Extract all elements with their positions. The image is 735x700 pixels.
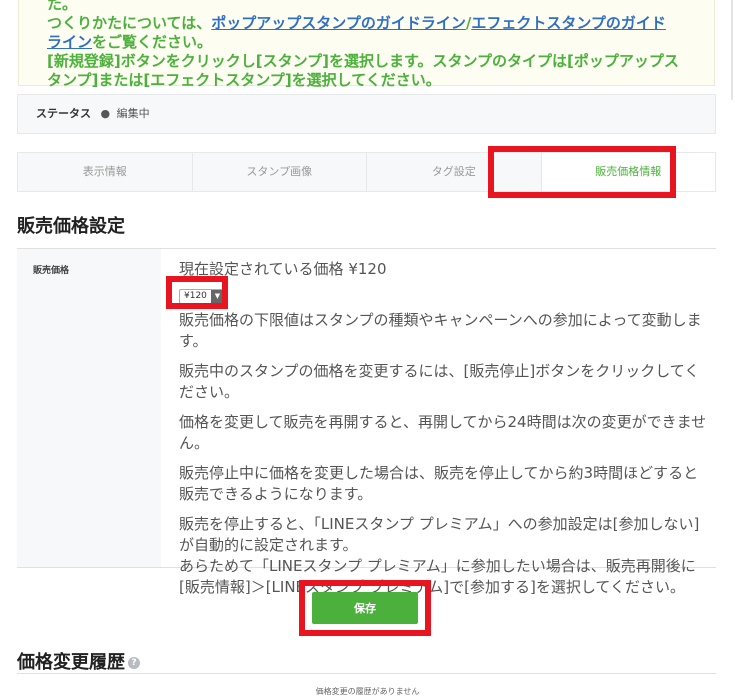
notice-line: [新規登録]ボタンをクリックし[スタンプ]を選択します。スタンプのタイプは[ポッ… <box>47 52 679 70</box>
price-note: 販売中のスタンプの価格を変更するには、[販売停止]ボタンをクリックしてください。 <box>179 362 700 401</box>
effect-guideline-link[interactable]: エフェクトスタンプのガイド <box>471 14 666 32</box>
price-note: 価格を変更して販売を再開すると、再開してから24時間は次の変更ができません。 <box>179 413 707 452</box>
price-settings-table: 販売価格 現在設定されている価格 ¥120 ¥120 ▼ 販売価格の下限値はスタ… <box>17 248 716 596</box>
notice-line: タンプ]または[エフェクトスタンプ]を選択してください。 <box>47 71 441 89</box>
history-title: 価格変更履歴 <box>17 652 125 673</box>
notice-line: た。 <box>47 0 78 13</box>
history-divider <box>17 673 716 674</box>
price-note: あらためて「LINEスタンプ プレミアム」に参加したい場合は、販売再開後に[販売… <box>179 557 696 596</box>
section-title-history: 価格変更履歴? <box>17 648 140 674</box>
price-label: 販売価格 <box>17 249 161 567</box>
effect-guideline-link-cont[interactable]: ライン <box>47 33 92 51</box>
notice-guide-line: つくりかたについては、ポップアップスタンプのガイドライン/エフェクトスタンプのガ… <box>47 14 714 33</box>
price-note: 販売価格の下限値はスタンプの種類やキャンペーンへの参加によって変動します。 <box>179 311 702 350</box>
notice-guide-line-2: ラインをご覧ください。 <box>47 33 714 52</box>
highlight-box-select <box>166 276 228 309</box>
notice-guide-suffix: をご覧ください。 <box>92 33 213 51</box>
section-title-price: 販売価格設定 <box>17 216 125 237</box>
status-bar: ステータス ● 編集中 <box>17 94 716 134</box>
status-label: ステータス <box>36 107 91 120</box>
tab-display-info[interactable]: 表示情報 <box>18 153 193 192</box>
popup-guideline-link[interactable]: ポップアップスタンプのガイドライン <box>211 14 466 32</box>
instruction-notice: た。 つくりかたについては、ポップアップスタンプのガイドライン/エフェクトスタン… <box>18 0 715 89</box>
right-edge-divider <box>731 0 733 100</box>
price-note: 販売停止中に価格を変更した場合は、販売を停止してから約3時間ほどすると販売できる… <box>179 464 699 503</box>
question-mark-circle-icon[interactable]: ? <box>128 657 140 669</box>
notice-guide-prefix: つくりかたについては、 <box>47 14 212 32</box>
price-details: 現在設定されている価格 ¥120 ¥120 ▼ 販売価格の下限値はスタンプの種類… <box>179 259 709 607</box>
highlight-box-tab <box>488 146 676 198</box>
tab-sticker-images[interactable]: スタンプ画像 <box>193 153 367 192</box>
price-note: 販売を停止すると、「LINEスタンプ プレミアム」への参加設定は[参加しない]が… <box>179 515 700 554</box>
current-price-text: 現在設定されている価格 ¥120 <box>179 260 387 278</box>
highlight-box-save <box>299 580 431 636</box>
history-empty-message: 価格変更の履歴がありません <box>315 687 420 696</box>
bullet-dot-icon: ● <box>100 107 111 120</box>
status-value: 編集中 <box>116 107 150 120</box>
